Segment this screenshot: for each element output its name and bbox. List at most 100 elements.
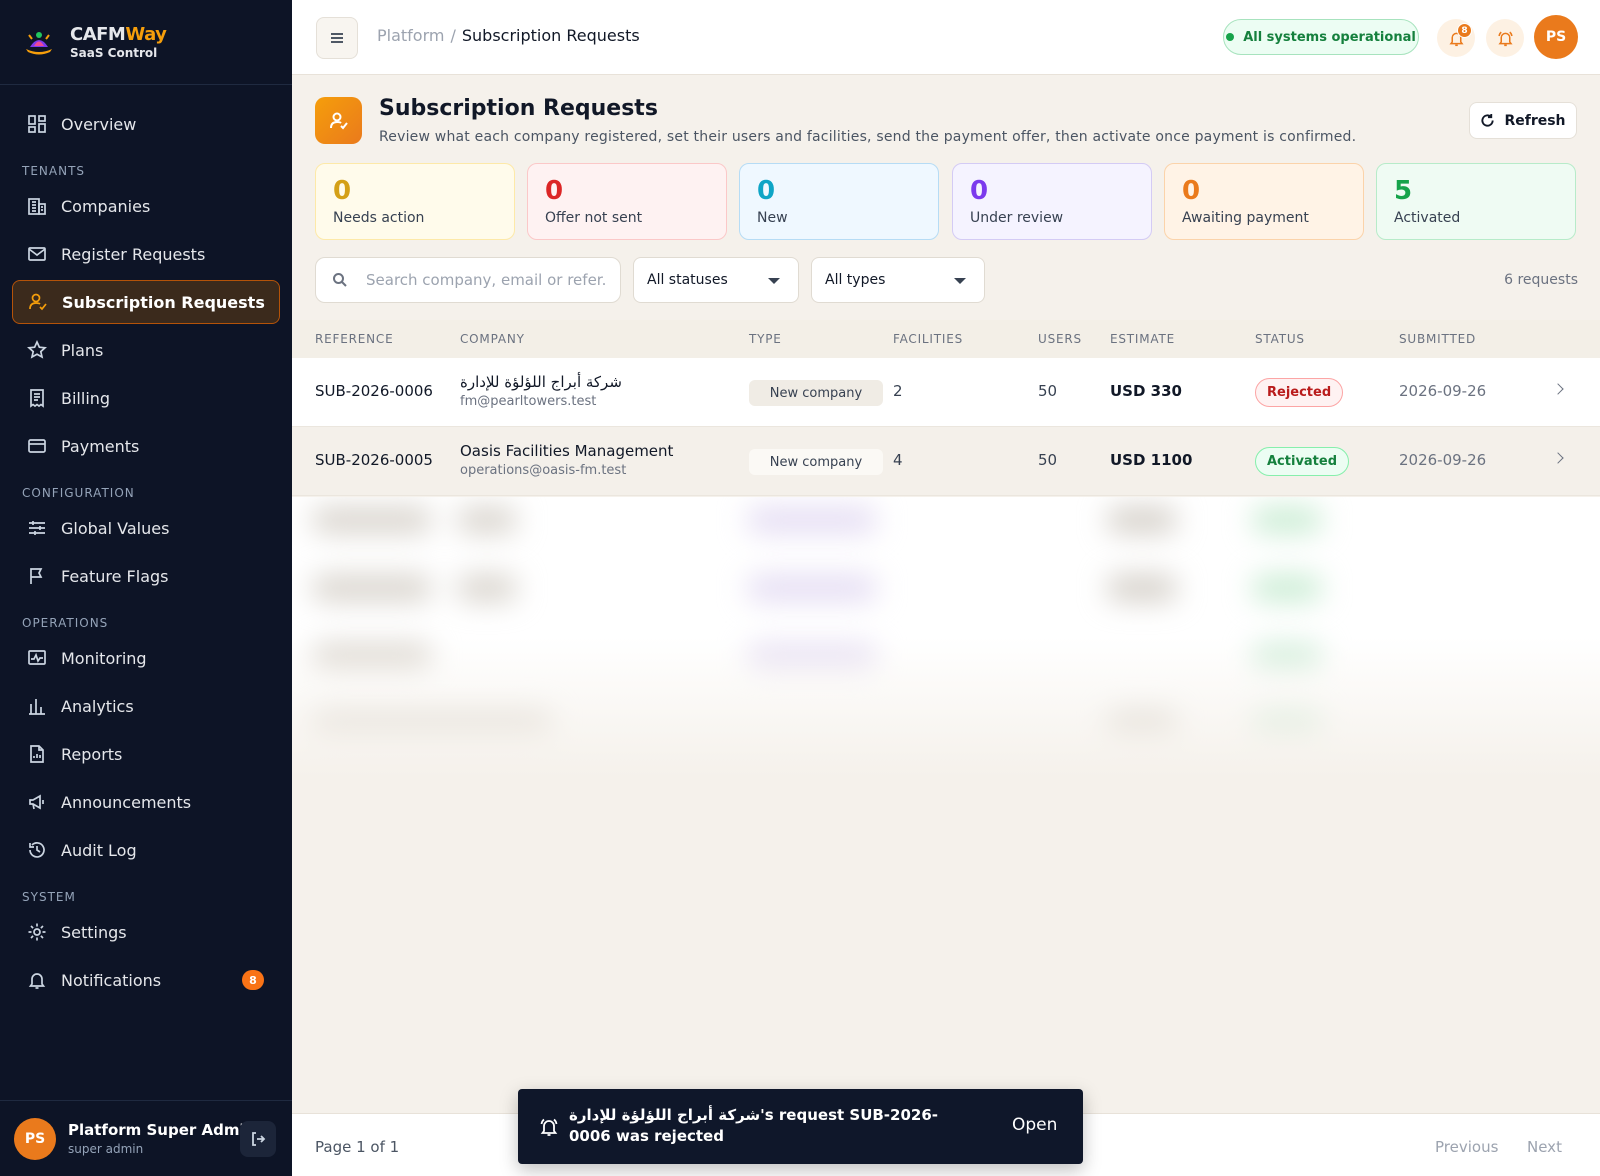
stat-card-activated[interactable]: 5 Activated [1376, 163, 1576, 240]
sidebar-item-label: Audit Log [61, 840, 137, 860]
cell-facilities: 4 [893, 451, 903, 469]
notifications-button[interactable]: 8 [1437, 19, 1475, 57]
stat-value: 0 [757, 176, 776, 206]
sidebar-item-reports[interactable]: Reports [12, 732, 280, 776]
status-filter-select[interactable]: All statuses [633, 257, 799, 303]
sidebar-item-companies[interactable]: Companies [12, 184, 280, 228]
brand[interactable]: CAFMWay SaaS Control [0, 0, 292, 85]
sidebar-item-feature-flags[interactable]: Feature Flags [12, 554, 280, 598]
search-input[interactable] [366, 271, 606, 289]
sidebar-item-notifications[interactable]: Notifications 8 [12, 958, 280, 1002]
next-page-button[interactable]: Next [1527, 1138, 1562, 1156]
sidebar-item-label: Companies [61, 196, 151, 216]
notifications-count-badge: 8 [242, 970, 264, 990]
sidebar-section-system: SYSTEM [22, 890, 76, 904]
cell-users: 50 [1038, 451, 1058, 469]
flag-icon [30, 568, 43, 584]
sidebar-item-announcements[interactable]: Announcements [12, 780, 280, 824]
cell-estimate: USD 1100 [1110, 451, 1193, 469]
cell-submitted: 2026-09-26 [1399, 451, 1487, 469]
sidebar-item-monitoring[interactable]: Monitoring [12, 636, 280, 680]
dashboard-icon [28, 115, 46, 133]
logout-icon [252, 1132, 266, 1146]
refresh-icon [1481, 113, 1495, 127]
sidebar-item-register-requests[interactable]: Register Requests [12, 232, 280, 276]
type-filter-select[interactable]: All types [811, 257, 985, 303]
user-check-icon [329, 112, 348, 129]
brand-subtitle: SaaS Control [70, 46, 158, 60]
refresh-button[interactable]: Refresh [1469, 102, 1577, 139]
loading-rows-placeholder [292, 497, 1600, 777]
column-header-users[interactable]: USERS [1038, 332, 1082, 346]
credit-card-icon [28, 439, 46, 453]
sidebar-item-label: Payments [61, 436, 140, 456]
sidebar-item-settings[interactable]: Settings [12, 910, 280, 954]
column-header-submitted[interactable]: SUBMITTED [1399, 332, 1476, 346]
column-header-estimate[interactable]: ESTIMATE [1110, 332, 1175, 346]
status-badge: Rejected [1255, 378, 1344, 407]
type-filter-value: All types [825, 272, 886, 288]
chevron-right-icon[interactable] [1552, 452, 1564, 464]
sidebar-item-label: Announcements [61, 792, 192, 812]
sidebar-item-label: Reports [61, 744, 123, 764]
cell-estimate: USD 330 [1110, 382, 1182, 400]
sidebar-item-global-values[interactable]: Global Values [12, 506, 280, 550]
table-row[interactable]: SUB-2026-0005 Oasis Facilities Managemen… [292, 427, 1600, 496]
breadcrumb-root[interactable]: Platform [377, 26, 444, 45]
topbar-avatar[interactable]: PS [1534, 15, 1578, 59]
column-header-reference[interactable]: REFERENCE [315, 332, 393, 346]
menu-toggle-button[interactable] [316, 17, 358, 59]
request-count: 6 requests [1504, 272, 1578, 288]
stat-label: Under review [970, 210, 1064, 226]
stat-label: Activated [1394, 210, 1461, 226]
company-name: Oasis Facilities Management [460, 442, 674, 460]
column-header-company[interactable]: COMPANY [460, 332, 525, 346]
system-status-badge[interactable]: All systems operational [1223, 19, 1419, 55]
sidebar-item-plans[interactable]: Plans [12, 328, 280, 372]
column-header-type[interactable]: TYPE [749, 332, 782, 346]
building-icon [28, 198, 46, 215]
sidebar-section-configuration: CONFIGURATION [22, 486, 135, 500]
bell-ring-icon [1497, 31, 1513, 46]
column-header-status[interactable]: STATUS [1255, 332, 1305, 346]
previous-page-button[interactable]: Previous [1435, 1138, 1498, 1156]
cell-company: Oasis Facilities Management operations@o… [460, 442, 673, 478]
gear-icon [28, 923, 46, 941]
brand-name: CAFMWay [70, 24, 167, 45]
sidebar-item-label: Notifications [61, 970, 162, 990]
stat-value: 5 [1394, 176, 1413, 206]
stat-value: 0 [970, 176, 989, 206]
stat-card-under-review[interactable]: 0 Under review [952, 163, 1152, 240]
cell-reference: SUB-2026-0006 [315, 382, 433, 400]
user-avatar[interactable]: PS [14, 1117, 56, 1160]
sidebar-item-billing[interactable]: Billing [12, 376, 280, 420]
company-name: شركة أبراج اللؤلؤة للإدارة [460, 373, 622, 391]
receipt-icon [30, 389, 44, 408]
stat-card-awaiting-payment[interactable]: 0 Awaiting payment [1164, 163, 1364, 240]
alerts-button[interactable] [1486, 19, 1524, 57]
sidebar-item-label: Subscription Requests [62, 292, 265, 312]
bell-ring-icon [540, 1118, 558, 1136]
table-row[interactable]: SUB-2026-0006 شركة أبراج اللؤلؤة للإدارة… [292, 358, 1600, 427]
stat-card-offer-not-sent[interactable]: 0 Offer not sent [527, 163, 727, 240]
stat-card-needs-action[interactable]: 0 Needs action [315, 163, 515, 240]
toast-open-button[interactable]: Open [1012, 1115, 1057, 1135]
logout-button[interactable] [240, 1121, 276, 1157]
sidebar-item-analytics[interactable]: Analytics [12, 684, 280, 728]
page-title: Subscription Requests [379, 96, 658, 121]
stat-card-new[interactable]: 0 New [739, 163, 939, 240]
stat-label: New [757, 210, 788, 226]
sidebar-item-audit-log[interactable]: Audit Log [12, 828, 280, 872]
column-header-facilities[interactable]: FACILITIES [893, 332, 963, 346]
topbar: Platform / Subscription Requests All syste… [292, 0, 1600, 75]
chevron-right-icon[interactable] [1552, 383, 1564, 395]
sidebar-item-overview[interactable]: Overview [12, 102, 280, 146]
system-status-text: All systems operational [1243, 29, 1416, 45]
breadcrumb: Platform / Subscription Requests [377, 26, 640, 45]
sidebar-section-operations: OPERATIONS [22, 616, 109, 630]
loading-fade [292, 637, 1600, 777]
page-icon [315, 97, 362, 144]
bar-chart-icon [29, 699, 45, 715]
sidebar-item-subscription-requests[interactable]: Subscription Requests [12, 280, 280, 324]
sidebar-item-payments[interactable]: Payments [12, 424, 280, 468]
